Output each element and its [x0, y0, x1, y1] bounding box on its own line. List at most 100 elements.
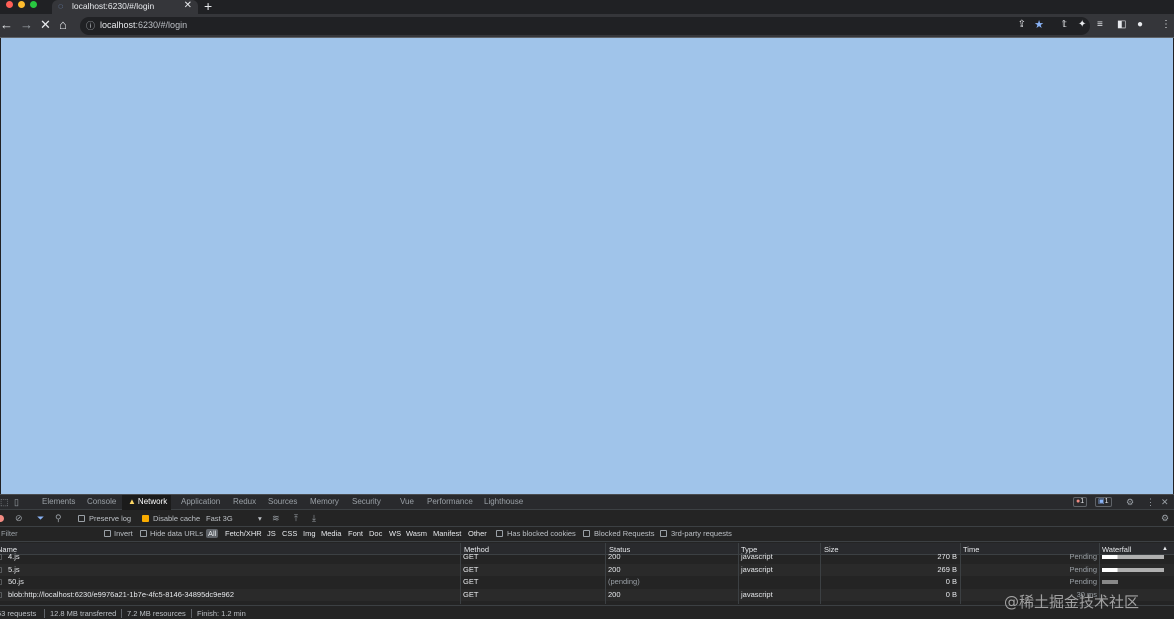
- stop-loading-button[interactable]: ✕: [40, 18, 51, 32]
- blocked-cookies-checkbox[interactable]: [496, 530, 503, 537]
- filter-input[interactable]: Filter: [0, 529, 98, 540]
- tab-network[interactable]: ▲ Network: [122, 495, 172, 510]
- new-tab-button[interactable]: +: [204, 0, 212, 14]
- url-text[interactable]: localhost:6230/#/login: [100, 20, 187, 30]
- cell-type: javascript: [741, 589, 773, 599]
- filter-type-js[interactable]: JS: [267, 529, 276, 538]
- cell-name: 4.js: [8, 552, 20, 561]
- cell-size: 0 B: [945, 589, 957, 599]
- cell-type: javascript: [741, 552, 773, 561]
- profile-icon[interactable]: ●: [1137, 19, 1143, 31]
- requests-table: Name Method Status Type Size Time Waterf…: [0, 543, 1174, 604]
- filter-type-manifest[interactable]: Manifest: [433, 529, 461, 538]
- filter-type-media[interactable]: Media: [321, 529, 341, 538]
- extensions-puzzle-icon[interactable]: ✦: [1078, 19, 1086, 31]
- column-divider: [820, 543, 821, 604]
- divider: [121, 609, 122, 618]
- side-panel-icon[interactable]: ◧: [1117, 19, 1126, 31]
- filter-icon[interactable]: ⏷: [37, 513, 44, 524]
- table-row[interactable]: ▯ 50.js GET (pending) 0 B Pending: [0, 576, 1174, 589]
- table-row[interactable]: ▯ 5.js GET 200 javascript 269 B Pending: [0, 563, 1174, 576]
- network-settings-icon[interactable]: ⚙: [1161, 513, 1169, 524]
- cell-time: Pending: [1069, 577, 1097, 586]
- resources-size: 7.2 MB resources: [127, 609, 186, 618]
- forward-button[interactable]: →: [20, 18, 33, 32]
- close-window-button[interactable]: [6, 1, 13, 8]
- tab-memory[interactable]: Memory: [310, 497, 339, 506]
- filter-bar: Filter Invert Hide data URLs All Fetch/X…: [0, 527, 1174, 542]
- tab-lighthouse[interactable]: Lighthouse: [484, 497, 523, 506]
- extension-t-icon[interactable]: 𝕥: [1062, 19, 1067, 31]
- export-har-icon[interactable]: ⤓: [312, 513, 316, 524]
- url-path: :6230/#/login: [135, 20, 188, 30]
- cell-method: GET: [463, 589, 479, 599]
- filter-type-css[interactable]: CSS: [282, 529, 297, 538]
- third-party-checkbox[interactable]: [660, 530, 667, 537]
- share-icon[interactable]: ⇪: [1018, 19, 1026, 30]
- device-toolbar-icon[interactable]: ▯: [14, 497, 19, 508]
- cell-time: Pending: [1069, 552, 1097, 561]
- devtools-settings-icon[interactable]: ⚙: [1126, 497, 1134, 508]
- disable-cache-checkbox[interactable]: [142, 515, 149, 522]
- filter-type-other[interactable]: Other: [468, 529, 487, 538]
- devtools-menu-icon[interactable]: ⋮: [1146, 497, 1155, 508]
- cell-size: 269 B: [937, 564, 957, 574]
- column-divider: [460, 543, 461, 604]
- tab-close-icon[interactable]: ✕: [184, 0, 192, 11]
- file-icon: ▯: [0, 577, 3, 586]
- import-har-icon[interactable]: ⤒: [294, 513, 298, 524]
- filter-type-all[interactable]: All: [206, 529, 219, 538]
- inspect-element-icon[interactable]: ⬚: [0, 497, 9, 508]
- page-viewport[interactable]: [1, 38, 1173, 494]
- tab-elements[interactable]: Elements: [42, 497, 75, 506]
- tab-application[interactable]: Application: [181, 497, 220, 506]
- throttling-select[interactable]: Fast 3G: [206, 514, 233, 523]
- chevron-down-icon[interactable]: ▾: [258, 514, 262, 523]
- bookmark-star-icon[interactable]: ★: [1034, 18, 1044, 31]
- filter-type-wasm[interactable]: Wasm: [406, 529, 427, 538]
- table-row[interactable]: ▯ 4.js GET 200 javascript 270 B Pending: [0, 551, 1174, 564]
- network-toolbar: ⊘ ⏷ ⚲ Preserve log Disable cache Fast 3G…: [0, 511, 1174, 527]
- filter-type-ws[interactable]: WS: [389, 529, 401, 538]
- blocked-requests-checkbox[interactable]: [583, 530, 590, 537]
- back-button[interactable]: ←: [0, 18, 13, 32]
- preserve-log-checkbox[interactable]: [78, 515, 85, 522]
- site-info-icon[interactable]: ⓘ: [86, 19, 95, 32]
- message-count-badge[interactable]: ▣1: [1095, 497, 1112, 507]
- tab-performance[interactable]: Performance: [427, 497, 473, 506]
- message-count: 1: [1104, 498, 1109, 505]
- tab-vue[interactable]: Vue: [400, 497, 414, 506]
- clear-icon[interactable]: ⊘: [15, 513, 23, 524]
- invert-checkbox[interactable]: [104, 530, 111, 537]
- filter-type-font[interactable]: Font: [348, 529, 363, 538]
- reading-list-icon[interactable]: ≡: [1097, 19, 1103, 31]
- filter-type-doc[interactable]: Doc: [369, 529, 382, 538]
- record-button[interactable]: [0, 515, 4, 522]
- waterfall-bar: [1102, 580, 1118, 584]
- cell-size: 0 B: [945, 577, 957, 586]
- devtools-close-icon[interactable]: ✕: [1161, 497, 1169, 508]
- home-button[interactable]: ⌂: [59, 18, 67, 32]
- cell-status: 200: [608, 589, 621, 599]
- network-conditions-icon[interactable]: ≋: [272, 513, 280, 524]
- hide-data-urls-checkbox[interactable]: [140, 530, 147, 537]
- table-row[interactable]: ▯ blob:http://localhost:6230/e9976a21-1b7…: [0, 588, 1174, 601]
- maximize-window-button[interactable]: [30, 1, 37, 8]
- blocked-cookies-label: Has blocked cookies: [507, 529, 576, 538]
- cell-size: 270 B: [937, 552, 957, 561]
- filter-type-img[interactable]: Img: [303, 529, 316, 538]
- address-bar[interactable]: ⓘ localhost:6230/#/login ⇪ ★: [80, 17, 1090, 35]
- invert-label: Invert: [114, 529, 133, 538]
- tab-security[interactable]: Security: [352, 497, 381, 506]
- browser-menu-icon[interactable]: ⋮: [1161, 19, 1171, 31]
- search-icon[interactable]: ⚲: [55, 513, 62, 524]
- tab-sources[interactable]: Sources: [268, 497, 297, 506]
- divider: [191, 609, 192, 618]
- browser-tab[interactable]: ◌ localhost:6230/#/login ✕: [52, 0, 198, 14]
- error-count-badge[interactable]: ●1: [1073, 497, 1088, 507]
- cell-status: 200: [608, 564, 621, 574]
- tab-redux[interactable]: Redux: [233, 497, 256, 506]
- tab-console[interactable]: Console: [87, 497, 116, 506]
- filter-type-fetch-xhr[interactable]: Fetch/XHR: [225, 529, 262, 538]
- minimize-window-button[interactable]: [18, 1, 25, 8]
